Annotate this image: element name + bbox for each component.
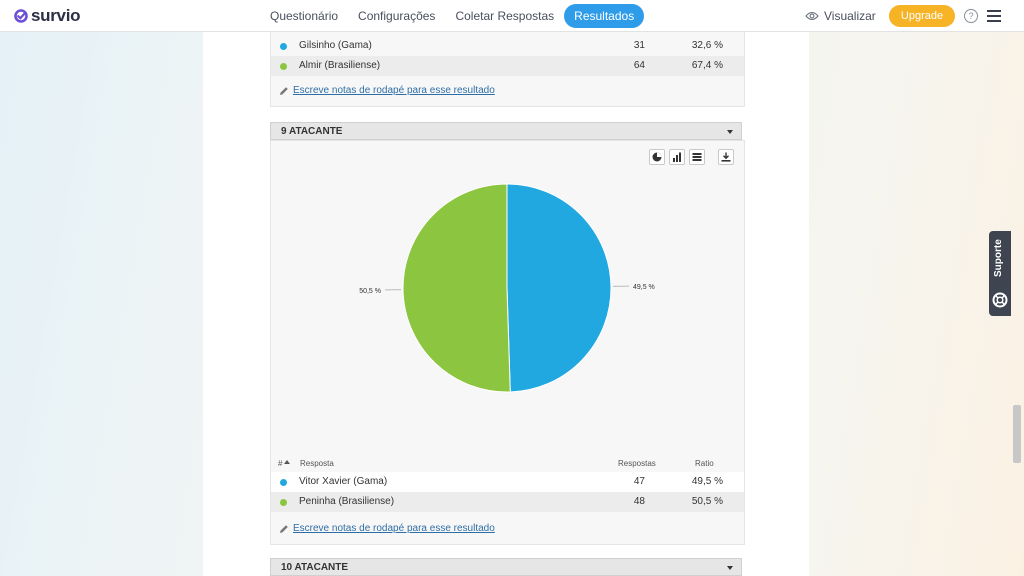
logo-text: survio bbox=[31, 6, 81, 25]
bar-chart-button[interactable] bbox=[669, 149, 685, 165]
table-row: Peninha (Brasiliense) 48 50,5 % bbox=[271, 492, 744, 512]
upgrade-button[interactable]: Upgrade bbox=[889, 5, 955, 27]
footnote-link-text: Escreve notas de rodapé para esse result… bbox=[293, 85, 495, 96]
caret-down-icon[interactable] bbox=[727, 566, 733, 570]
table-row: Vitor Xavier (Gama) 47 49,5 % bbox=[271, 472, 744, 492]
header-responses[interactable]: Respostas bbox=[618, 459, 656, 468]
sort-up-icon[interactable] bbox=[284, 460, 290, 464]
pie-chart: 49,5 % 50,5 % bbox=[359, 183, 655, 393]
table-icon bbox=[692, 153, 702, 161]
pencil-icon bbox=[280, 524, 288, 533]
series-color-dot bbox=[280, 479, 287, 486]
pie-slice[interactable] bbox=[402, 183, 511, 393]
question-title: 9 ATACANTE bbox=[281, 126, 343, 137]
pencil-icon bbox=[280, 86, 288, 95]
results-table-header: # Resposta Respostas Ratio bbox=[271, 456, 744, 470]
nav-questionario[interactable]: Questionário bbox=[260, 4, 348, 28]
answer-count: 31 bbox=[633, 40, 645, 51]
pie-data-label: 49,5 % bbox=[633, 284, 655, 291]
nav-coletar-respostas[interactable]: Coletar Respostas bbox=[445, 4, 564, 28]
main-nav: Questionário Configurações Coletar Respo… bbox=[260, 4, 645, 28]
series-color-dot bbox=[280, 43, 287, 50]
series-color-dot bbox=[280, 499, 287, 506]
results-column: Gilsinho (Gama) 31 32,6 % Almir (Brasili… bbox=[203, 30, 809, 576]
support-label: Suporte bbox=[993, 239, 1004, 277]
preview-label: Visualizar bbox=[824, 9, 876, 23]
answer-name: Peninha (Brasiliense) bbox=[299, 496, 395, 507]
header-answer[interactable]: Resposta bbox=[300, 459, 334, 468]
table-row: Almir (Brasiliense) 64 67,4 % bbox=[271, 56, 744, 76]
download-button[interactable] bbox=[718, 149, 734, 165]
answer-count: 48 bbox=[633, 496, 645, 507]
question-results-panel: 49,5 % 50,5 % # Resposta Respostas Ratio … bbox=[270, 140, 745, 545]
pie-chart-button[interactable] bbox=[649, 149, 665, 165]
pie-chart-icon bbox=[652, 152, 662, 162]
footnote-link[interactable]: Escreve notas de rodapé para esse result… bbox=[279, 85, 495, 96]
footnote-link-text: Escreve notas de rodapé para esse result… bbox=[293, 523, 495, 534]
lifebuoy-icon bbox=[992, 292, 1008, 308]
help-icon[interactable]: ? bbox=[964, 9, 978, 23]
answer-name: Almir (Brasiliense) bbox=[299, 60, 381, 71]
series-color-dot bbox=[280, 63, 287, 70]
nav-configuracoes[interactable]: Configurações bbox=[348, 4, 445, 28]
answer-ratio: 67,4 % bbox=[691, 60, 723, 71]
question-title: 10 ATACANTE bbox=[281, 562, 349, 573]
top-bar: survio Questionário Configurações Coleta… bbox=[0, 0, 1024, 32]
pie-slice[interactable] bbox=[506, 183, 612, 393]
answer-name: Gilsinho (Gama) bbox=[299, 40, 372, 51]
header-index[interactable]: # bbox=[278, 459, 282, 468]
answer-ratio: 32,6 % bbox=[691, 40, 723, 51]
answer-ratio: 49,5 % bbox=[691, 476, 723, 487]
caret-down-icon[interactable] bbox=[727, 130, 733, 134]
previous-question-panel: Gilsinho (Gama) 31 32,6 % Almir (Brasili… bbox=[270, 30, 745, 107]
download-icon bbox=[721, 152, 731, 162]
nav-resultados[interactable]: Resultados bbox=[564, 4, 645, 28]
next-question-header[interactable]: 10 ATACANTE bbox=[270, 558, 742, 576]
table-row: Gilsinho (Gama) 31 32,6 % bbox=[271, 36, 744, 56]
bar-chart-icon bbox=[673, 152, 681, 162]
pie-data-label: 50,5 % bbox=[359, 288, 381, 295]
answer-name: Vitor Xavier (Gama) bbox=[299, 476, 388, 487]
eye-icon bbox=[805, 11, 819, 21]
survio-logo-icon bbox=[14, 9, 28, 23]
table-view-button[interactable] bbox=[689, 149, 705, 165]
answer-count: 47 bbox=[633, 476, 645, 487]
preview-button[interactable]: Visualizar bbox=[805, 9, 876, 23]
question-header[interactable]: 9 ATACANTE bbox=[270, 122, 742, 140]
footnote-link[interactable]: Escreve notas de rodapé para esse result… bbox=[279, 523, 495, 534]
answer-count: 64 bbox=[633, 60, 645, 71]
page-scrollbar[interactable] bbox=[1013, 405, 1021, 463]
header-ratio[interactable]: Ratio bbox=[695, 459, 714, 468]
support-tab[interactable]: Suporte bbox=[989, 231, 1011, 316]
hamburger-menu-icon[interactable] bbox=[987, 10, 1001, 22]
survio-logo[interactable]: survio bbox=[14, 6, 81, 26]
answer-ratio: 50,5 % bbox=[691, 496, 723, 507]
